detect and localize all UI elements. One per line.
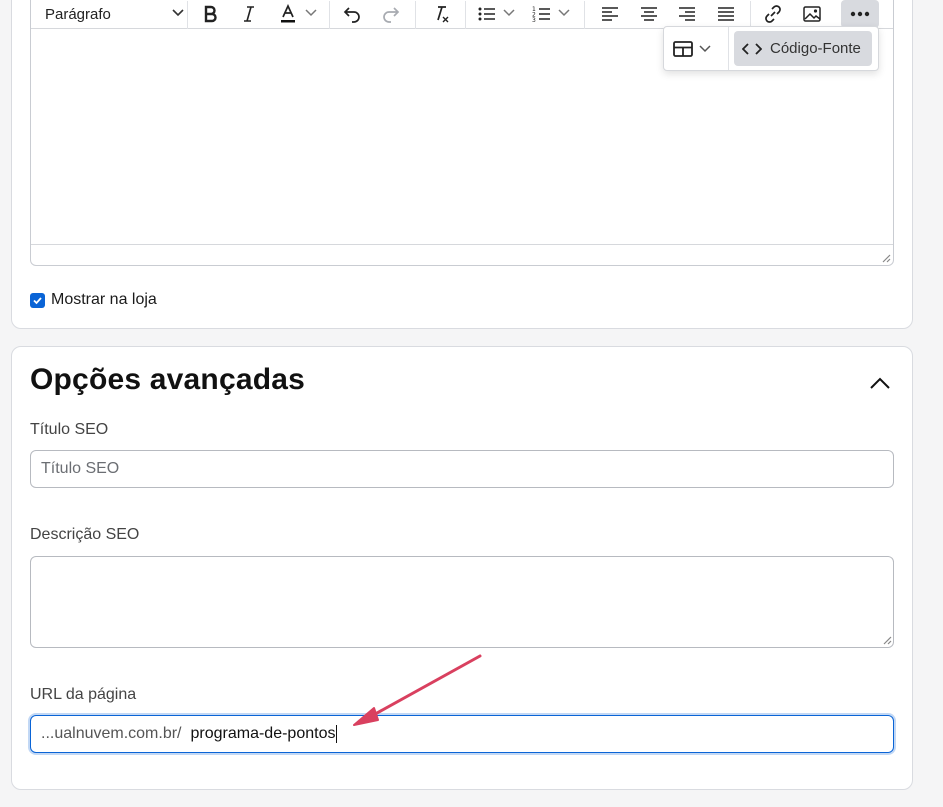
link-icon [765, 5, 781, 23]
chevron-down-icon [558, 9, 570, 17]
show-in-store-checkbox[interactable] [30, 292, 45, 308]
seo-description-label: Descrição SEO [30, 526, 140, 543]
table-button[interactable] [672, 34, 722, 64]
show-in-store-row: Mostrar na loja [30, 291, 157, 309]
svg-text:3: 3 [532, 17, 536, 24]
link-button[interactable] [758, 0, 788, 28]
bullet-list-button[interactable] [472, 0, 502, 28]
more-horizontal-icon [850, 11, 870, 17]
editor-statusbar [31, 244, 893, 265]
italic-icon [244, 6, 254, 22]
section-title: Opções avançadas [30, 363, 306, 396]
align-justify-icon [718, 7, 734, 21]
undo-icon [343, 7, 360, 23]
show-in-store-label[interactable]: Mostrar na loja [51, 291, 157, 309]
align-center-button[interactable] [634, 0, 664, 28]
image-button[interactable] [797, 0, 827, 28]
bullet-list-icon [478, 7, 495, 21]
toolbar-overflow-popup: Código-Fonte [663, 26, 879, 71]
source-code-label: Código-Fonte [770, 40, 861, 57]
text-color-button[interactable] [273, 0, 303, 28]
table-icon [673, 41, 693, 57]
paragraph-select[interactable]: Parágrafo [45, 1, 185, 27]
text-color-dropdown[interactable] [303, 3, 319, 23]
redo-button[interactable] [376, 0, 406, 28]
numbered-list-dropdown[interactable] [556, 3, 572, 23]
undo-button[interactable] [337, 0, 367, 28]
numbered-list-button[interactable]: 123 [527, 0, 557, 28]
numbered-list-icon: 123 [532, 6, 550, 24]
clear-formatting-icon [437, 6, 449, 23]
align-right-icon [679, 7, 695, 21]
url-label: URL da página [30, 686, 137, 703]
collapse-button[interactable] [866, 372, 894, 394]
align-left-button[interactable] [595, 0, 625, 28]
editor-toolbar: Parágrafo 1 2 3 [31, 0, 893, 29]
redo-icon [383, 7, 400, 23]
seo-title-input[interactable] [30, 450, 894, 488]
url-value: programa-de-pontos [190, 725, 336, 742]
paragraph-select-value: Parágrafo [45, 5, 111, 23]
more-options-button[interactable] [841, 0, 879, 28]
chevron-down-icon [305, 9, 317, 17]
text-color-icon [281, 4, 295, 23]
bold-button[interactable] [195, 0, 225, 28]
code-icon [742, 42, 762, 55]
resize-handle-icon[interactable] [880, 633, 892, 645]
italic-button[interactable] [234, 0, 264, 28]
chevron-down-icon [699, 45, 711, 53]
page-url-input[interactable]: ...ualnuvem.com.br/ programa-de-pontos [30, 715, 894, 753]
chevron-down-icon [503, 9, 515, 17]
seo-description-input[interactable] [30, 556, 894, 648]
url-prefix: ...ualnuvem.com.br/ [41, 725, 182, 742]
align-justify-button[interactable] [711, 0, 741, 28]
align-right-button[interactable] [672, 0, 702, 28]
align-center-icon [641, 7, 657, 21]
chevron-down-icon [172, 9, 184, 17]
checkmark-icon [33, 296, 42, 304]
text-caret [336, 725, 338, 743]
seo-title-label: Título SEO [30, 421, 109, 438]
bullet-list-dropdown[interactable] [501, 3, 517, 23]
source-code-button[interactable]: Código-Fonte [734, 31, 872, 66]
bold-icon [204, 5, 217, 23]
image-icon [803, 6, 821, 22]
chevron-up-icon [870, 377, 890, 389]
clear-formatting-button[interactable] [426, 0, 456, 28]
resize-handle-icon[interactable] [879, 251, 891, 263]
align-left-icon [602, 7, 618, 21]
